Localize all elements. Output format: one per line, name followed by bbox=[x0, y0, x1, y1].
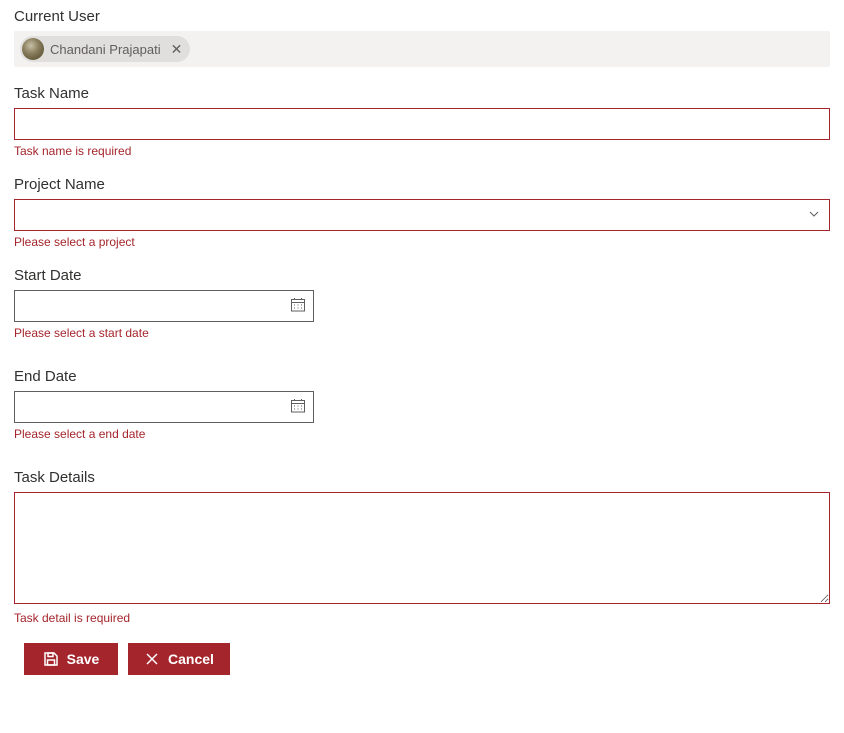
end-date-field: End Date Please select a end date bbox=[14, 368, 830, 441]
save-icon bbox=[43, 651, 59, 667]
current-user-label: Current User bbox=[14, 8, 830, 25]
user-chip[interactable]: Chandani Prajapati ✕ bbox=[20, 36, 190, 62]
end-date-error: Please select a end date bbox=[14, 427, 830, 441]
start-date-error: Please select a start date bbox=[14, 326, 830, 340]
start-date-field: Start Date Please select a start date bbox=[14, 267, 830, 340]
avatar bbox=[22, 38, 44, 60]
task-name-error: Task name is required bbox=[14, 144, 830, 158]
task-details-field: Task Details Task detail is required bbox=[14, 469, 830, 625]
task-details-label: Task Details bbox=[14, 469, 830, 486]
calendar-icon[interactable] bbox=[290, 398, 306, 417]
project-name-label: Project Name bbox=[14, 176, 830, 193]
task-name-input[interactable] bbox=[14, 108, 830, 140]
button-row: Save Cancel bbox=[14, 643, 830, 675]
user-chip-container: Chandani Prajapati ✕ bbox=[14, 31, 830, 67]
user-chip-name: Chandani Prajapati bbox=[50, 42, 161, 57]
cancel-button[interactable]: Cancel bbox=[128, 643, 230, 675]
start-date-wrapper bbox=[14, 290, 314, 322]
end-date-input[interactable] bbox=[14, 391, 314, 423]
task-name-field: Task Name Task name is required bbox=[14, 85, 830, 158]
current-user-field: Current User Chandani Prajapati ✕ bbox=[14, 8, 830, 67]
task-details-input[interactable] bbox=[14, 492, 830, 604]
start-date-input[interactable] bbox=[14, 290, 314, 322]
calendar-icon[interactable] bbox=[290, 297, 306, 316]
project-name-error: Please select a project bbox=[14, 235, 830, 249]
save-button-label: Save bbox=[67, 651, 100, 667]
end-date-label: End Date bbox=[14, 368, 830, 385]
close-icon bbox=[144, 651, 160, 667]
task-name-label: Task Name bbox=[14, 85, 830, 102]
project-name-select[interactable] bbox=[14, 199, 830, 231]
cancel-button-label: Cancel bbox=[168, 651, 214, 667]
end-date-wrapper bbox=[14, 391, 314, 423]
save-button[interactable]: Save bbox=[24, 643, 118, 675]
close-icon[interactable]: ✕ bbox=[167, 41, 185, 58]
project-name-field: Project Name Please select a project bbox=[14, 176, 830, 249]
start-date-label: Start Date bbox=[14, 267, 830, 284]
project-name-select-wrapper bbox=[14, 199, 830, 231]
task-details-error: Task detail is required bbox=[14, 611, 830, 625]
